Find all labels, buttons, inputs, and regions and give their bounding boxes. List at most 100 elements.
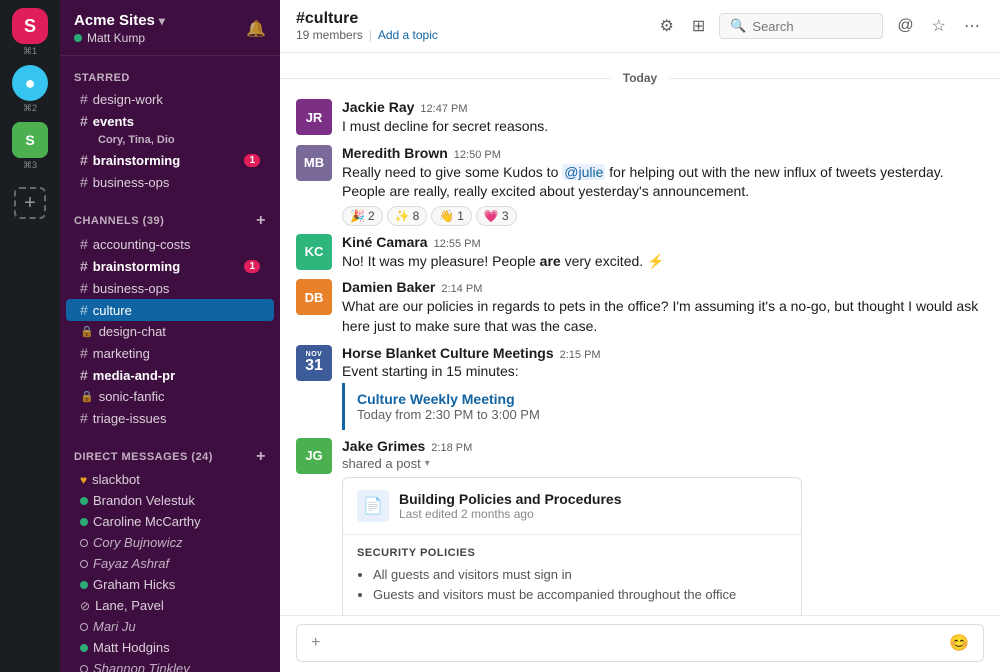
avatar-initials-jake: JG — [305, 448, 322, 463]
sidebar-dm-lane[interactable]: ⊘ Lane, Pavel — [66, 595, 274, 616]
event-title[interactable]: Culture Weekly Meeting — [357, 391, 972, 407]
layout-icon-button[interactable]: ⊞ — [688, 12, 709, 40]
search-icon: 🔍 — [730, 18, 746, 34]
brainstorming-badge: 1 — [244, 154, 260, 167]
emoji-icon: 😊 — [949, 635, 969, 652]
online-dot-brandon — [80, 497, 88, 505]
sidebar-item-sonic-fanfic[interactable]: 🔒 sonic-fanfic — [66, 386, 274, 407]
channel-meta: 19 members | Add a topic — [296, 28, 438, 42]
avatar-initials-damien1: DB — [305, 290, 324, 305]
more-icon-button[interactable]: ⋯ — [960, 12, 984, 40]
sidebar-item-design-chat[interactable]: 🔒 design-chat — [66, 321, 274, 342]
message-input[interactable] — [332, 635, 937, 651]
channel-name-text: #culture — [296, 10, 358, 28]
away-dot-cory — [80, 539, 88, 547]
timestamp-4: 2:14 PM — [441, 283, 482, 295]
message-header-3: Kiné Camara 12:55 PM — [342, 234, 984, 250]
timestamp-5: 2:15 PM — [560, 349, 601, 361]
attach-button[interactable]: + — [307, 632, 324, 654]
reaction-sparkle[interactable]: ✨ 8 — [387, 206, 428, 226]
app-icon-3-wrapper[interactable]: S ⌘3 — [12, 122, 48, 171]
sidebar-item-marketing[interactable]: # marketing — [66, 342, 274, 364]
post-card-subtitle: Last edited 2 months ago — [399, 507, 622, 521]
message-input-area: + 😊 — [280, 615, 1000, 672]
dm-graham-label: Graham Hicks — [93, 577, 175, 592]
starred-section-header: STARRED — [60, 70, 280, 88]
main-content: #culture 19 members | Add a topic ⚙ ⊞ 🔍 … — [280, 0, 1000, 672]
app-icon-2[interactable]: ● — [12, 65, 48, 101]
add-topic-link[interactable]: Add a topic — [378, 28, 438, 42]
mention-julie: @julie — [562, 164, 605, 180]
sidebar-item-design-work[interactable]: # design-work — [66, 88, 274, 110]
dm-fayaz-label: Fayaz Ashraf — [93, 556, 169, 571]
app-icon-sidebar: S ⌘1 ● ⌘2 S ⌘3 + — [0, 0, 60, 672]
workspace-header: Acme Sites ▾ Matt Kump 🔔 — [60, 0, 280, 56]
star-icon-button[interactable]: ☆ — [928, 12, 950, 40]
sidebar-dm-cory[interactable]: Cory Bujnowicz — [66, 532, 274, 553]
sidebar-dm-caroline[interactable]: Caroline McCarthy — [66, 511, 274, 532]
sidebar-item-business-ops-starred[interactable]: # business-ops — [66, 171, 274, 193]
avatar-calendar: NOV 31 — [296, 345, 332, 381]
message-text-3: No! It was my pleasure! People are very … — [342, 252, 984, 272]
add-dm-button[interactable]: + — [256, 449, 266, 465]
channels-label: CHANNELS (39) — [74, 215, 164, 227]
notification-bell-icon[interactable]: 🔔 — [246, 19, 266, 39]
message-header-5: Horse Blanket Culture Meetings 2:15 PM — [342, 345, 984, 361]
event-card: Culture Weekly Meeting Today from 2:30 P… — [342, 383, 984, 430]
settings-icon-button[interactable]: ⚙ — [655, 12, 677, 40]
reaction-heart[interactable]: 💗 3 — [476, 206, 517, 226]
timestamp-1: 12:47 PM — [420, 103, 467, 115]
channel-name: #culture — [296, 10, 438, 28]
sidebar-dm-mari[interactable]: Mari Ju — [66, 616, 274, 637]
add-workspace-button[interactable]: + — [14, 187, 46, 219]
message-text-4: What are our policies in regards to pets… — [342, 297, 984, 336]
app-icon-slack[interactable]: S — [12, 8, 48, 44]
event-intro: Event starting in 15 minutes: — [342, 363, 984, 379]
message-header-6: Jake Grimes 2:18 PM — [342, 438, 984, 454]
channel-marketing-label: marketing — [93, 346, 150, 361]
sidebar-item-culture[interactable]: # culture — [66, 299, 274, 321]
channel-triage-issues-label: triage-issues — [93, 411, 167, 426]
app-icon-2-wrapper[interactable]: ● ⌘2 — [12, 65, 48, 114]
sidebar-item-accounting-costs[interactable]: # accounting-costs — [66, 233, 274, 255]
emoji-button[interactable]: 😊 — [945, 631, 973, 655]
sidebar-dm-graham[interactable]: Graham Hicks — [66, 574, 274, 595]
starred-label: STARRED — [74, 72, 130, 84]
app-icon-3[interactable]: S — [12, 122, 48, 158]
dm-mari-label: Mari Ju — [93, 619, 136, 634]
sidebar-dm-fayaz[interactable]: Fayaz Ashraf — [66, 553, 274, 574]
channel-header: #culture 19 members | Add a topic ⚙ ⊞ 🔍 … — [280, 0, 1000, 53]
add-channel-button[interactable]: + — [256, 213, 266, 229]
left-sidebar: Acme Sites ▾ Matt Kump 🔔 STARRED # desig… — [60, 0, 280, 672]
reaction-wave[interactable]: 👋 1 — [431, 206, 472, 226]
brainstorming-badge-2: 1 — [244, 260, 260, 273]
reaction-party[interactable]: 🎉 2 — [342, 206, 383, 226]
message-1: JR Jackie Ray 12:47 PM I must decline fo… — [280, 95, 1000, 141]
message-4: DB Damien Baker 2:14 PM What are our pol… — [280, 275, 1000, 340]
sidebar-dm-brandon[interactable]: Brandon Velestuk — [66, 490, 274, 511]
app-icon-1-wrapper[interactable]: S ⌘1 — [12, 8, 48, 57]
message-header-2: Meredith Brown 12:50 PM — [342, 145, 984, 161]
online-dot-matt — [80, 644, 88, 652]
sidebar-dm-shannon[interactable]: Shannon Tinkley — [66, 658, 274, 672]
sidebar-dm-slackbot[interactable]: ♥ slackbot — [66, 469, 274, 490]
workspace-name[interactable]: Acme Sites ▾ — [74, 12, 165, 29]
dropdown-arrow-icon[interactable]: ▾ — [425, 458, 430, 469]
sidebar-dm-matt[interactable]: Matt Hodgins — [66, 637, 274, 658]
post-card[interactable]: 📄 Building Policies and Procedures Last … — [342, 477, 802, 615]
search-input[interactable] — [752, 19, 872, 34]
message-5-event: NOV 31 Horse Blanket Culture Meetings 2:… — [280, 341, 1000, 434]
sidebar-item-events[interactable]: # events Cory, Tina, Dio — [66, 110, 274, 149]
sidebar-item-triage-issues[interactable]: # triage-issues — [66, 407, 274, 429]
away-dot-fayaz — [80, 560, 88, 568]
channel-business-ops-label: business-ops — [93, 281, 170, 296]
sidebar-item-business-ops[interactable]: # business-ops — [66, 277, 274, 299]
at-icon-button[interactable]: @ — [893, 13, 917, 39]
sidebar-item-brainstorming-starred[interactable]: # brainstorming 1 — [66, 149, 274, 171]
timestamp-6: 2:18 PM — [431, 442, 472, 454]
away-dot-mari — [80, 623, 88, 631]
online-dot-graham — [80, 581, 88, 589]
sidebar-item-brainstorming[interactable]: # brainstorming 1 — [66, 255, 274, 277]
post-card-document-icon: 📄 — [357, 490, 389, 522]
sidebar-item-media-and-pr[interactable]: # media-and-pr — [66, 364, 274, 386]
